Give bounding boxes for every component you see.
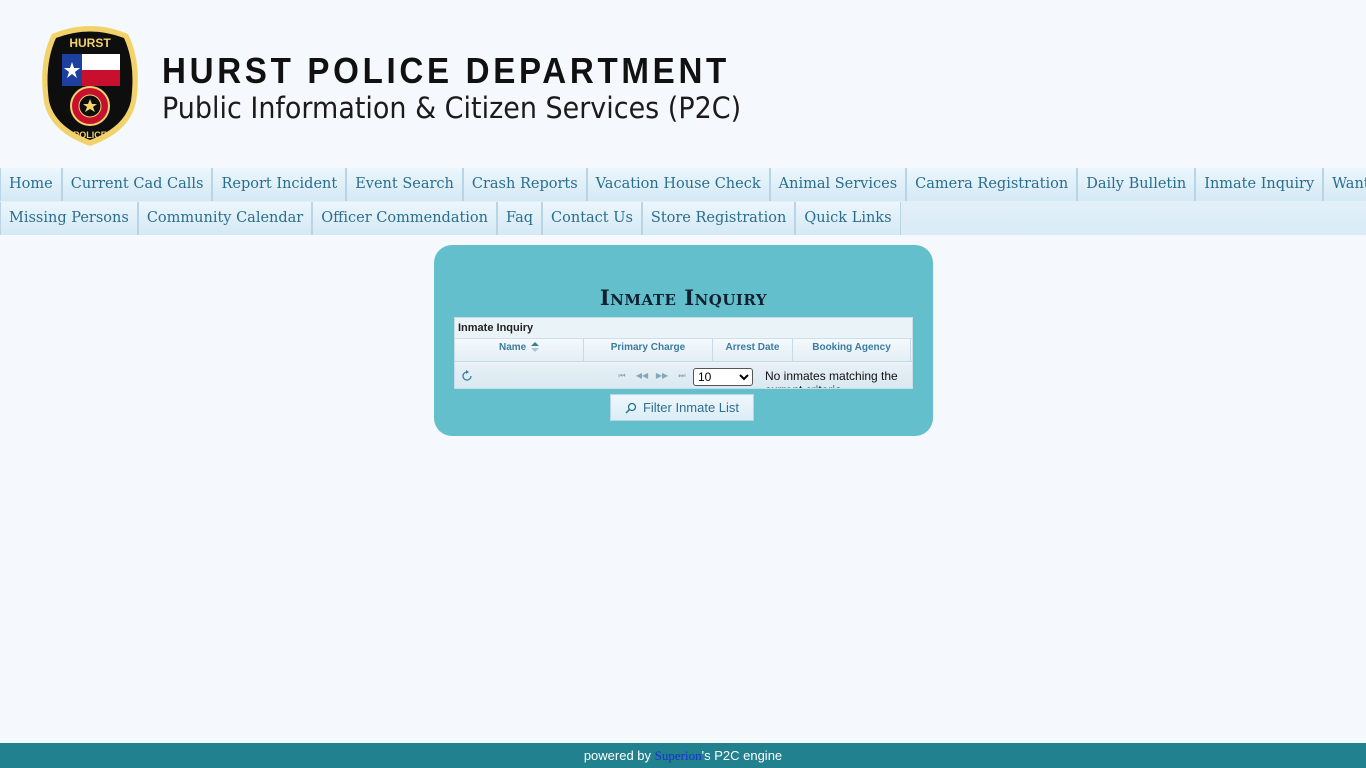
filter-button-label: Filter Inmate List (642, 400, 740, 415)
inmate-grid: Inmate Inquiry Name Primary Charge Arres… (454, 317, 913, 389)
filter-inmate-list-button[interactable]: Filter Inmate List (610, 394, 754, 421)
badge-bottom-text: POLICE (73, 130, 107, 140)
site-header: HURST POLICE HURST POLICE DEPARTMENT Pub… (0, 0, 1366, 168)
nav-item-contact-us[interactable]: Contact Us (542, 202, 642, 235)
nav-item-event-search[interactable]: Event Search (346, 168, 463, 201)
nav-item-inmate-inquiry[interactable]: Inmate Inquiry (1195, 168, 1324, 201)
grid-pager: ⏮ ◀◀ ▶▶ ⏭ 10 No inmates matching the cur… (455, 364, 912, 388)
nav-item-officer-commendation[interactable]: Officer Commendation (312, 202, 498, 235)
nav-item-community-calendar[interactable]: Community Calendar (137, 202, 313, 235)
grid-caption: Inmate Inquiry (458, 322, 534, 334)
nav-item-home[interactable]: Home (0, 168, 62, 201)
police-badge-icon: HURST POLICE (42, 26, 138, 146)
nav-row-1: Home Current Cad Calls Report Incident E… (0, 168, 1366, 201)
empty-message: No inmates matching the current criteria (765, 369, 898, 388)
refresh-icon[interactable] (461, 370, 473, 382)
nav-item-wanted-list[interactable]: Wanted List (1323, 168, 1366, 201)
nav-item-store-registration[interactable]: Store Registration (641, 202, 796, 235)
nav-item-quick-links[interactable]: Quick Links (795, 202, 901, 235)
main-nav: Home Current Cad Calls Report Incident E… (0, 168, 1366, 235)
next-page-icon[interactable]: ▶▶ (655, 370, 669, 382)
previous-page-icon[interactable]: ◀◀ (635, 370, 649, 382)
nav-item-camera-registration[interactable]: Camera Registration (906, 168, 1078, 201)
column-header-arrest-date[interactable]: Arrest Date (713, 339, 793, 362)
last-page-icon[interactable]: ⏭ (675, 370, 689, 382)
nav-item-missing-persons[interactable]: Missing Persons (0, 202, 138, 235)
inmate-inquiry-panel: Inmate Inquiry Inmate Inquiry Name Prima… (434, 245, 933, 436)
footer-suffix: 's P2C engine (701, 748, 783, 763)
column-header-primary-charge[interactable]: Primary Charge (584, 339, 713, 362)
badge-top-text: HURST (69, 36, 111, 50)
nav-item-vacation-house-check[interactable]: Vacation House Check (586, 168, 770, 201)
column-header-name[interactable]: Name (455, 339, 584, 362)
nav-item-current-cad-calls[interactable]: Current Cad Calls (61, 168, 213, 201)
first-page-icon[interactable]: ⏮ (615, 370, 629, 382)
nav-item-report-incident[interactable]: Report Incident (212, 168, 347, 201)
search-icon (625, 402, 637, 414)
sort-ascending-icon (531, 342, 540, 353)
page-size-select[interactable]: 10 (693, 368, 753, 386)
site-footer: powered by Superion's P2C engine (0, 743, 1366, 768)
page-title: Inmate Inquiry (599, 285, 768, 310)
nav-row-2: Missing Persons Community Calendar Offic… (0, 202, 901, 235)
nav-item-daily-bulletin[interactable]: Daily Bulletin (1077, 168, 1196, 201)
site-subtitle: Public Information & Citizen Services (P… (162, 91, 742, 125)
footer-prefix: powered by (583, 748, 652, 763)
footer-brand-link[interactable]: Superion (655, 748, 702, 763)
department-title: HURST POLICE DEPARTMENT (162, 50, 730, 91)
nav-item-animal-services[interactable]: Animal Services (769, 168, 907, 201)
nav-item-faq[interactable]: Faq (497, 202, 543, 235)
column-header-booking-agency[interactable]: Booking Agency (793, 339, 911, 362)
nav-item-crash-reports[interactable]: Crash Reports (462, 168, 587, 201)
grid-header-row: Name Primary Charge Arrest Date Booking … (455, 338, 912, 362)
column-label: Name (498, 342, 527, 353)
